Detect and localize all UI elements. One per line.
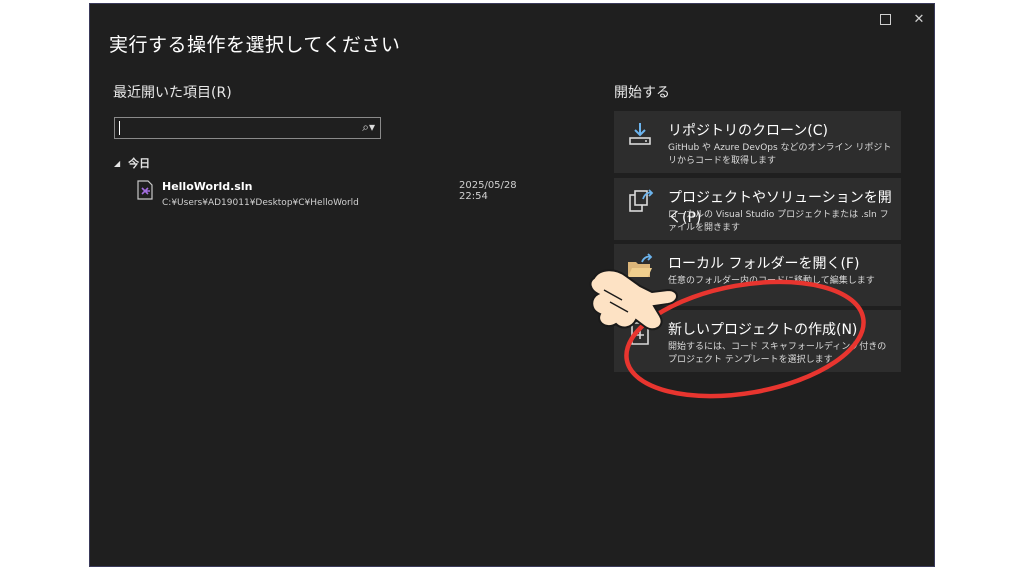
recent-item[interactable]: HelloWorld.sln C:¥Users¥AD19011¥Desktop¥… [134, 178, 542, 216]
search-input[interactable]: ⌕▾ [114, 117, 381, 139]
start-heading: 開始する [614, 85, 670, 101]
recent-item-date: 2025/05/28 22:54 [459, 180, 517, 202]
recent-heading: 最近開いた項目(R) [113, 85, 232, 101]
group-label: 今日 [128, 157, 151, 170]
close-button[interactable]: ✕ [908, 8, 930, 30]
card-title: ローカル フォルダーを開く(F) [668, 256, 860, 272]
window-title: 実行する操作を選択してください [109, 34, 401, 56]
open-project-card[interactable]: プロジェクトやソリューションを開く(P) ローカルの Visual Studio… [614, 178, 901, 240]
card-description: GitHub や Azure DevOps などのオンライン リポジトリからコー… [668, 143, 892, 166]
close-icon: ✕ [913, 11, 925, 27]
card-description: 任意のフォルダー内のコードに移動して編集します [668, 276, 875, 286]
recent-group-today[interactable]: ◢ 今日 [114, 155, 150, 171]
search-icon[interactable]: ⌕▾ [362, 120, 375, 135]
open-folder-card[interactable]: ローカル フォルダーを開く(F) 任意のフォルダー内のコードに移動して編集します [614, 244, 901, 306]
recent-item-name: HelloWorld.sln [162, 180, 253, 193]
card-title: リポジトリのクローン(C) [668, 123, 828, 139]
solution-file-icon [137, 180, 153, 200]
start-window: 実行する操作を選択してください ✕ 最近開いた項目(R) ⌕▾ ◢ 今日 Hell… [89, 3, 935, 567]
recent-item-path: C:¥Users¥AD19011¥Desktop¥C¥HelloWorld [162, 198, 359, 208]
text-caret [119, 121, 120, 135]
new-project-card[interactable]: 新しいプロジェクトの作成(N) 開始するには、コード スキャフォールディング付き… [614, 310, 901, 372]
download-icon [629, 123, 651, 145]
collapse-triangle-icon[interactable]: ◢ [114, 159, 120, 168]
open-folder-icon [628, 253, 653, 277]
maximize-button[interactable] [874, 8, 896, 30]
card-description: ローカルの Visual Studio プロジェクトまたは .sln ファイルを… [668, 210, 889, 233]
card-title: 新しいプロジェクトの作成(N) [668, 322, 858, 338]
card-description: 開始するには、コード スキャフォールディング付きのプロジェクト テンプレートを選… [668, 342, 887, 365]
clone-repository-card[interactable]: リポジトリのクローン(C) GitHub や Azure DevOps などのオ… [614, 111, 901, 173]
maximize-icon [879, 13, 891, 25]
new-project-icon [631, 322, 649, 345]
open-project-icon [629, 189, 654, 212]
